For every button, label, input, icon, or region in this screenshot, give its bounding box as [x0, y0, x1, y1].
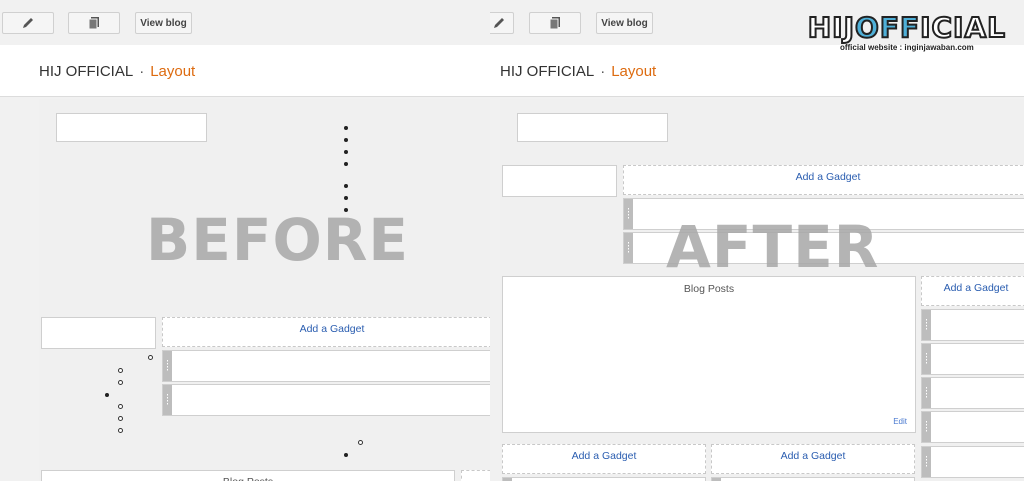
drag-handle-icon[interactable] [624, 199, 633, 229]
view-blog-button[interactable]: View blog [135, 12, 192, 34]
title-separator: · [139, 63, 145, 80]
list-bullet [105, 393, 109, 397]
title-separator: · [600, 63, 606, 80]
view-blog-button[interactable]: View blog [596, 12, 653, 34]
list-bullet [118, 368, 123, 373]
pages-icon [88, 17, 99, 30]
list-bullet [358, 440, 363, 445]
drag-handle-icon[interactable] [922, 447, 931, 477]
pages-icon [549, 17, 560, 30]
add-gadget-link[interactable]: Add a Gadget [921, 276, 1024, 306]
sidebar-widget[interactable] [502, 165, 617, 197]
drag-handle-icon[interactable] [163, 385, 172, 415]
blog-name: HIJ OFFICIAL [500, 63, 595, 80]
gadget-block[interactable] [162, 384, 490, 416]
blog-posts-widget[interactable]: Blog Posts [41, 470, 455, 481]
gadget-block[interactable] [921, 411, 1024, 443]
layout-canvas [39, 99, 490, 481]
pages-button[interactable] [529, 12, 581, 34]
list-bullet [344, 162, 348, 166]
list-bullet [118, 404, 123, 409]
page-header: HIJ OFFICIAL · Layout [490, 45, 1024, 97]
list-bullet [148, 355, 153, 360]
blog-posts-widget[interactable]: Blog Posts Edit [502, 276, 916, 433]
gadget-block[interactable] [711, 477, 915, 481]
toolbar: View blog [0, 0, 490, 45]
drag-handle-icon[interactable] [163, 351, 172, 381]
section-name: Layout [611, 63, 657, 80]
after-panel: View blog HIJ OFFICIAL · Layout Add a Gadg… [490, 0, 1024, 481]
list-bullet [344, 453, 348, 457]
list-bullet [118, 416, 123, 421]
header-widget[interactable] [517, 113, 668, 142]
blog-posts-title: Blog Posts [683, 283, 735, 295]
gadget-block[interactable] [502, 477, 706, 481]
add-gadget-link[interactable]: Add a Gadget [711, 444, 915, 474]
page-header: HIJ OFFICIAL · Layout [0, 45, 490, 97]
brand-subtitle: official website : inginjawaban.com [839, 43, 974, 52]
blog-posts-title: Blog Posts [42, 476, 454, 481]
blog-name: HIJ OFFICIAL [39, 63, 134, 80]
drag-handle-icon[interactable] [922, 412, 931, 442]
before-label: BEFORE [146, 206, 410, 274]
list-bullet [344, 126, 348, 130]
edit-button[interactable] [2, 12, 54, 34]
add-gadget-slot[interactable] [461, 470, 490, 481]
list-bullet [118, 428, 123, 433]
list-bullet [344, 138, 348, 142]
drag-handle-icon[interactable] [922, 344, 931, 374]
gadget-block[interactable] [162, 350, 490, 382]
add-gadget-link[interactable]: Add a Gadget [623, 165, 1024, 195]
page-title: HIJ OFFICIAL · Layout [500, 63, 656, 80]
gadget-block[interactable] [921, 309, 1024, 341]
edit-link[interactable]: Edit [893, 417, 907, 426]
section-name: Layout [150, 63, 196, 80]
add-gadget-link[interactable]: Add a Gadget [502, 444, 706, 474]
brand-logo: HIJOFFICIAL [807, 11, 1006, 44]
page-title: HIJ OFFICIAL · Layout [39, 63, 195, 80]
after-label: AFTER [666, 213, 880, 281]
pencil-icon [23, 18, 33, 28]
sidebar-widget[interactable] [41, 317, 156, 349]
brand-watermark: HIJOFFICIAL official website : inginjawa… [807, 11, 1006, 53]
drag-handle-icon[interactable] [922, 378, 931, 408]
before-panel: View blog HIJ OFFICIAL · Layout BEFORE Add… [0, 0, 490, 481]
list-bullet [118, 380, 123, 385]
drag-handle-icon[interactable] [922, 310, 931, 340]
list-bullet [344, 150, 348, 154]
add-gadget-link[interactable]: Add a Gadget [162, 317, 490, 347]
list-bullet [344, 184, 348, 188]
drag-handle-icon[interactable] [624, 233, 633, 263]
gadget-block[interactable] [921, 446, 1024, 478]
header-widget[interactable] [56, 113, 207, 142]
list-bullet [344, 196, 348, 200]
gadget-block[interactable] [921, 377, 1024, 409]
gadget-block[interactable] [921, 343, 1024, 375]
pages-button[interactable] [68, 12, 120, 34]
edit-button[interactable] [490, 12, 514, 34]
pencil-icon [494, 18, 504, 28]
